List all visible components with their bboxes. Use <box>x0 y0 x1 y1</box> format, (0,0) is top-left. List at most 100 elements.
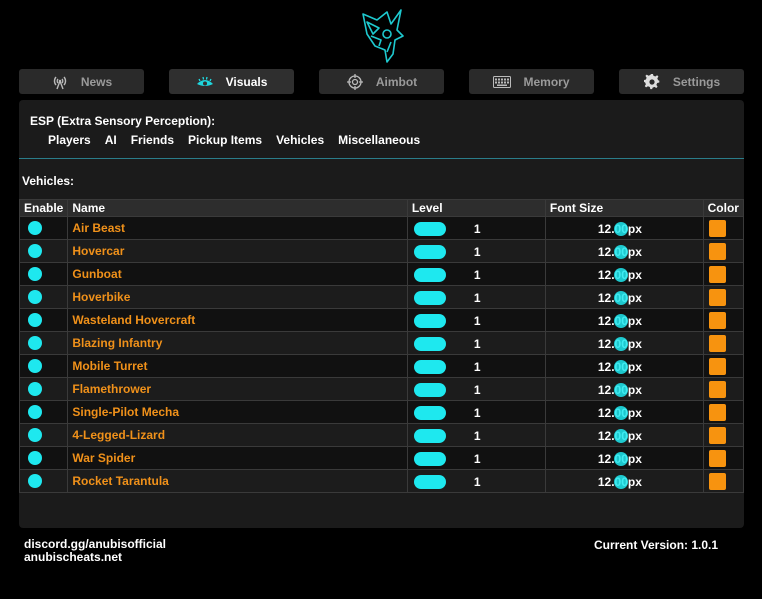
level-slider[interactable] <box>413 452 446 466</box>
color-swatch[interactable] <box>708 403 726 421</box>
color-cell <box>702 469 745 493</box>
level-slider[interactable] <box>413 245 446 259</box>
esp-title: ESP (Extra Sensory Perception): <box>30 114 216 128</box>
level-slider[interactable] <box>413 429 446 443</box>
vehicle-name: War Spider <box>72 451 136 465</box>
level-value: 1 <box>473 406 481 420</box>
subtab-friends[interactable]: Friends <box>131 133 174 147</box>
level-slider[interactable] <box>413 383 446 397</box>
font-size-cell: 12.00px <box>544 239 704 263</box>
font-size-slider[interactable] <box>613 429 628 443</box>
enable-toggle[interactable] <box>28 428 42 442</box>
color-swatch[interactable] <box>708 380 726 398</box>
color-swatch[interactable] <box>708 242 726 260</box>
font-size-cell: 12.00px <box>544 469 704 493</box>
font-size-cell: 12.00px <box>544 400 704 424</box>
enable-cell <box>18 285 69 309</box>
font-size-slider[interactable] <box>613 268 628 282</box>
font-size-slider[interactable] <box>613 383 628 397</box>
vehicle-name: Flamethrower <box>72 382 152 396</box>
enable-toggle[interactable] <box>28 244 42 258</box>
enable-toggle[interactable] <box>28 290 42 304</box>
vehicle-name: Rocket Tarantula <box>72 474 169 488</box>
enable-toggle[interactable] <box>28 267 42 281</box>
enable-cell <box>18 469 69 493</box>
color-swatch[interactable] <box>708 334 726 352</box>
tab-memory[interactable]: Memory <box>469 69 594 94</box>
header-enable: Enable <box>18 199 69 217</box>
enable-toggle[interactable] <box>28 451 42 465</box>
enable-cell <box>18 331 69 355</box>
enable-cell <box>18 377 69 401</box>
level-cell: 1 <box>406 377 546 401</box>
level-slider[interactable] <box>413 291 446 305</box>
font-size-slider[interactable] <box>613 406 628 420</box>
font-size-slider[interactable] <box>613 337 628 351</box>
font-size-slider[interactable] <box>613 475 628 489</box>
divider <box>19 158 744 159</box>
level-slider[interactable] <box>413 314 446 328</box>
tab-aimbot[interactable]: Aimbot <box>319 69 444 94</box>
enable-toggle[interactable] <box>28 313 42 327</box>
enable-toggle[interactable] <box>28 336 42 350</box>
color-swatch[interactable] <box>708 265 726 283</box>
level-cell: 1 <box>406 469 546 493</box>
eye-icon <box>196 74 214 90</box>
footer-links: discord.gg/anubisofficial anubischeats.n… <box>24 538 166 564</box>
subtab-players[interactable]: Players <box>48 133 91 147</box>
color-swatch[interactable] <box>708 357 726 375</box>
level-slider[interactable] <box>413 406 446 420</box>
table-row: Flamethrower 1 12.00px <box>18 377 745 401</box>
color-swatch[interactable] <box>708 449 726 467</box>
subtab-vehicles[interactable]: Vehicles <box>276 133 324 147</box>
name-cell: Mobile Turret <box>67 354 408 378</box>
color-swatch[interactable] <box>708 311 726 329</box>
vehicle-name: Wasteland Hovercraft <box>72 313 196 327</box>
tab-label: Settings <box>672 74 721 89</box>
table-row: Hoverbike 1 12.00px <box>18 285 745 309</box>
enable-toggle[interactable] <box>28 382 42 396</box>
vehicle-name: Blazing Infantry <box>72 336 163 350</box>
level-slider[interactable] <box>413 475 446 489</box>
font-size-slider[interactable] <box>613 360 628 374</box>
color-swatch[interactable] <box>708 219 726 237</box>
font-size-slider[interactable] <box>613 452 628 466</box>
tab-news[interactable]: News <box>19 69 144 94</box>
font-size-slider[interactable] <box>613 314 628 328</box>
name-cell: Hovercar <box>67 239 408 263</box>
name-cell: 4-Legged-Lizard <box>67 423 408 447</box>
enable-toggle[interactable] <box>28 405 42 419</box>
enable-cell <box>18 354 69 378</box>
subtab-pickup-items[interactable]: Pickup Items <box>188 133 262 147</box>
enable-toggle[interactable] <box>28 474 42 488</box>
level-value: 1 <box>473 314 481 328</box>
level-cell: 1 <box>406 446 546 470</box>
color-cell <box>702 262 745 286</box>
tab-visuals[interactable]: Visuals <box>169 69 294 94</box>
subtab-ai[interactable]: AI <box>105 133 117 147</box>
color-swatch[interactable] <box>708 288 726 306</box>
font-size-slider[interactable] <box>613 222 628 236</box>
font-size-cell: 12.00px <box>544 216 704 240</box>
antenna-icon <box>51 74 69 90</box>
vehicle-name: Hovercar <box>72 244 125 258</box>
level-slider[interactable] <box>413 337 446 351</box>
subtab-miscellaneous[interactable]: Miscellaneous <box>338 133 420 147</box>
vehicle-name: 4-Legged-Lizard <box>72 428 166 442</box>
level-cell: 1 <box>406 216 546 240</box>
font-size-cell: 12.00px <box>544 446 704 470</box>
font-size-slider[interactable] <box>613 245 628 259</box>
level-slider[interactable] <box>413 360 446 374</box>
font-size-cell: 12.00px <box>544 331 704 355</box>
level-slider[interactable] <box>413 268 446 282</box>
site-link[interactable]: anubischeats.net <box>24 551 166 564</box>
level-cell: 1 <box>406 308 546 332</box>
tab-settings[interactable]: Settings <box>619 69 744 94</box>
name-cell: Hoverbike <box>67 285 408 309</box>
font-size-slider[interactable] <box>613 291 628 305</box>
color-swatch[interactable] <box>708 472 726 490</box>
enable-toggle[interactable] <box>28 359 42 373</box>
level-slider[interactable] <box>413 222 446 236</box>
color-swatch[interactable] <box>708 426 726 444</box>
enable-toggle[interactable] <box>28 221 42 235</box>
